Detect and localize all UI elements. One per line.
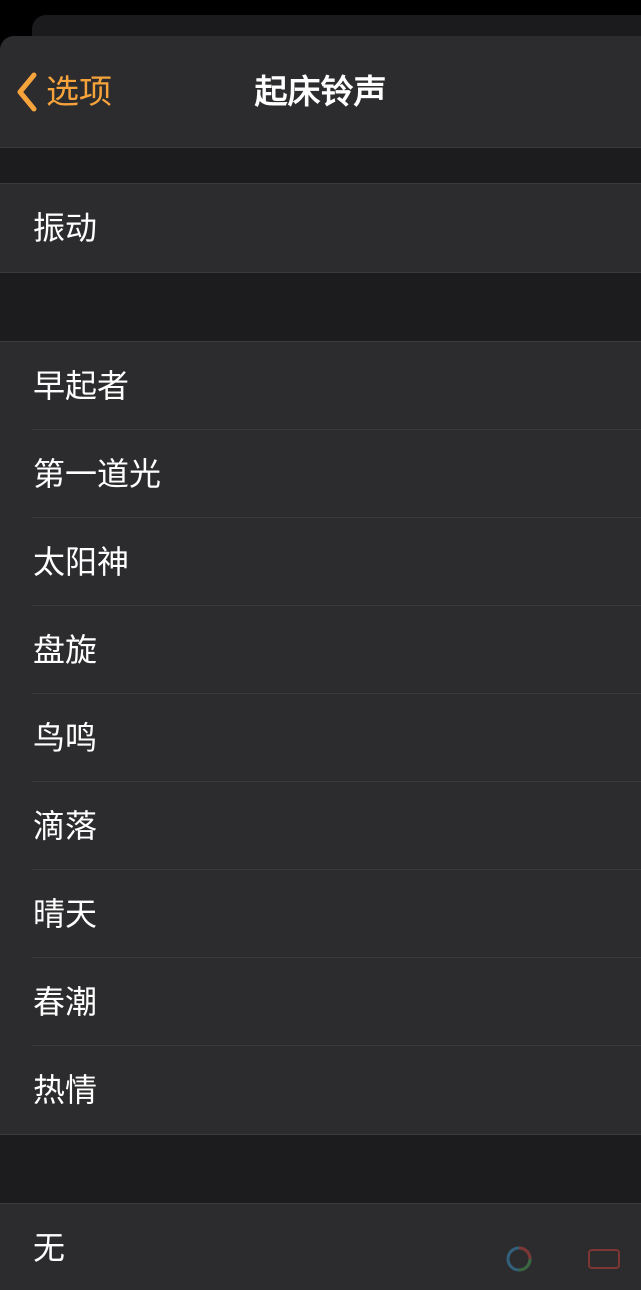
list-item-label: 热情 xyxy=(33,1071,98,1109)
list-item[interactable]: 早起者 xyxy=(0,342,641,430)
list-item-label: 晴天 xyxy=(33,895,98,933)
none-option-label: 无 xyxy=(33,1229,66,1267)
list-item[interactable]: 第一道光 xyxy=(0,430,641,518)
list-item[interactable]: 春潮 xyxy=(0,958,641,1046)
list-item-label: 早起者 xyxy=(33,367,130,405)
watermark-logo xyxy=(505,1242,625,1276)
vibration-group: 振动 xyxy=(0,183,641,273)
vibration-label: 振动 xyxy=(33,209,98,247)
list-item[interactable]: 晴天 xyxy=(0,870,641,958)
ringtone-sheet: 选项 起床铃声 振动 早起者 第一道光 太阳神 盘旋 鸟鸣 滴落 晴天 春潮 热… xyxy=(0,36,641,1290)
list-item-label: 滴落 xyxy=(33,807,98,845)
vibration-row[interactable]: 振动 xyxy=(0,184,641,272)
list-item[interactable]: 热情 xyxy=(0,1046,641,1134)
list-item-label: 鸟鸣 xyxy=(33,719,98,757)
list-item-label: 第一道光 xyxy=(33,455,162,493)
page-title: 起床铃声 xyxy=(254,72,387,111)
navigation-bar: 选项 起床铃声 xyxy=(0,36,641,148)
list-item-label: 盘旋 xyxy=(33,631,98,669)
list-item[interactable]: 太阳神 xyxy=(0,518,641,606)
list-item-label: 春潮 xyxy=(33,983,98,1021)
list-item[interactable]: 鸟鸣 xyxy=(0,694,641,782)
ringtone-list: 早起者 第一道光 太阳神 盘旋 鸟鸣 滴落 晴天 春潮 热情 xyxy=(0,341,641,1135)
list-item[interactable]: 滴落 xyxy=(0,782,641,870)
list-item[interactable]: 盘旋 xyxy=(0,606,641,694)
list-item-label: 太阳神 xyxy=(33,543,130,581)
